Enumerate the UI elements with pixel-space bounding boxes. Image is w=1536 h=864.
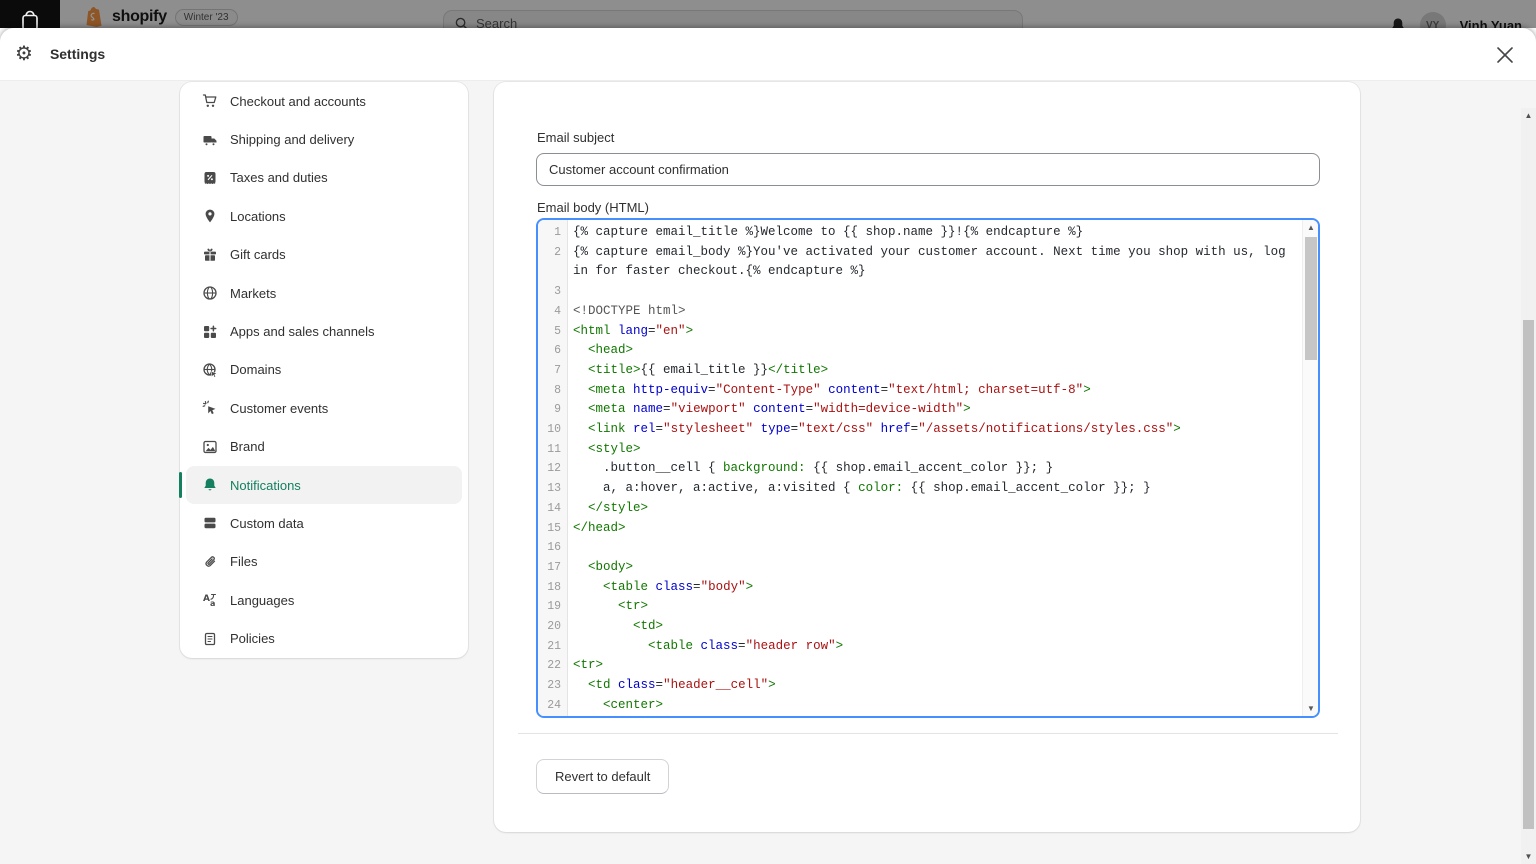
- modal-title: Settings: [50, 46, 105, 62]
- brand-image-icon: [202, 439, 218, 455]
- email-body-editor[interactable]: 1{% capture email_title %}Welcome to {{ …: [536, 218, 1320, 718]
- sidebar-item-label: Locations: [230, 209, 286, 224]
- apps-grid-icon: [202, 324, 218, 340]
- sidebar-item-files[interactable]: Files: [180, 543, 468, 581]
- domain-globe-icon: [202, 362, 218, 378]
- sidebar-item-label: Gift cards: [230, 247, 286, 262]
- gear-icon: ⚙: [15, 44, 33, 64]
- sidebar-item-label: Policies: [230, 631, 275, 646]
- cart-icon: [202, 93, 218, 109]
- receipt-percent-icon: [202, 170, 218, 186]
- sidebar-item-languages[interactable]: Aa Languages: [180, 581, 468, 619]
- sidebar-item-brand[interactable]: Brand: [180, 428, 468, 466]
- modal-backdrop: [0, 0, 1536, 28]
- page-scrollbar[interactable]: ▲ ▼: [1521, 108, 1536, 864]
- page-scrollbar-thumb[interactable]: [1523, 320, 1534, 829]
- sidebar-item-checkout-and-accounts[interactable]: Checkout and accounts: [180, 82, 468, 120]
- sidebar-item-label: Checkout and accounts: [230, 94, 366, 109]
- settings-sidebar: Checkout and accounts Shipping and deliv…: [180, 82, 468, 658]
- cursor-sparkles-icon: [202, 400, 218, 416]
- sidebar-item-label: Shipping and delivery: [230, 132, 354, 147]
- email-subject-label: Email subject: [537, 130, 614, 145]
- sidebar-item-label: Customer events: [230, 401, 328, 416]
- translate-icon: Aa: [202, 592, 218, 608]
- sidebar-item-domains[interactable]: Domains: [180, 351, 468, 389]
- globe-icon: [202, 285, 218, 301]
- truck-icon: [202, 132, 218, 148]
- scroll-down-icon[interactable]: ▼: [1303, 704, 1319, 713]
- sidebar-item-taxes-and-duties[interactable]: Taxes and duties: [180, 159, 468, 197]
- sidebar-item-label: Domains: [230, 362, 281, 377]
- svg-text:a: a: [210, 599, 215, 608]
- sidebar-item-markets[interactable]: Markets: [180, 274, 468, 312]
- sidebar-item-label: Apps and sales channels: [230, 324, 375, 339]
- sidebar-item-label: Languages: [230, 593, 294, 608]
- email-body-editor-lines: 1{% capture email_title %}Welcome to {{ …: [538, 223, 1302, 716]
- scroll-up-icon[interactable]: ▲: [1303, 223, 1319, 232]
- sidebar-item-apps-and-sales-channels[interactable]: Apps and sales channels: [180, 312, 468, 350]
- sidebar-item-shipping-and-delivery[interactable]: Shipping and delivery: [180, 120, 468, 158]
- sidebar-item-label: Markets: [230, 286, 276, 301]
- sidebar-item-label: Taxes and duties: [230, 170, 328, 185]
- sidebar-item-policies[interactable]: Policies: [180, 619, 468, 657]
- scroll-up-icon[interactable]: ▲: [1521, 111, 1536, 120]
- sidebar-item-customer-events[interactable]: Customer events: [180, 389, 468, 427]
- modal-header: ⚙ Settings: [0, 28, 1536, 81]
- sidebar-item-label: Brand: [230, 439, 265, 454]
- database-icon: [202, 515, 218, 531]
- notification-template-panel: Email subject Email body (HTML) 1{% capt…: [494, 82, 1360, 832]
- revert-to-default-button[interactable]: Revert to default: [536, 759, 669, 794]
- sidebar-item-label: Custom data: [230, 516, 304, 531]
- sidebar-item-label: Notifications: [230, 478, 301, 493]
- policy-scroll-icon: [202, 631, 218, 647]
- divider: [518, 733, 1338, 734]
- sidebar-item-label: Files: [230, 554, 257, 569]
- bag-outline-icon: [18, 7, 42, 28]
- paperclip-icon: [202, 554, 218, 570]
- admin-top-bar: shopify Winter '23 Search VY Vinh Yuan: [0, 0, 1536, 28]
- settings-modal: ⚙ Settings Checkout and accounts Shippin…: [0, 28, 1536, 864]
- close-icon[interactable]: [1495, 45, 1515, 65]
- email-body-label: Email body (HTML): [537, 200, 649, 215]
- sidebar-item-notifications[interactable]: Notifications: [186, 466, 462, 504]
- editor-scrollbar[interactable]: ▲ ▼: [1302, 220, 1318, 716]
- sidebar-item-locations[interactable]: Locations: [180, 197, 468, 235]
- svg-text:A: A: [203, 594, 210, 604]
- sidebar-item-custom-data[interactable]: Custom data: [180, 504, 468, 542]
- location-pin-icon: [202, 208, 218, 224]
- scroll-down-icon[interactable]: ▼: [1521, 852, 1536, 861]
- email-subject-input[interactable]: [536, 153, 1320, 186]
- app-icon-tile: [0, 0, 60, 28]
- editor-scrollbar-thumb[interactable]: [1305, 237, 1317, 360]
- sidebar-item-gift-cards[interactable]: Gift cards: [180, 236, 468, 274]
- bell-icon: [202, 477, 218, 493]
- gift-icon: [202, 247, 218, 263]
